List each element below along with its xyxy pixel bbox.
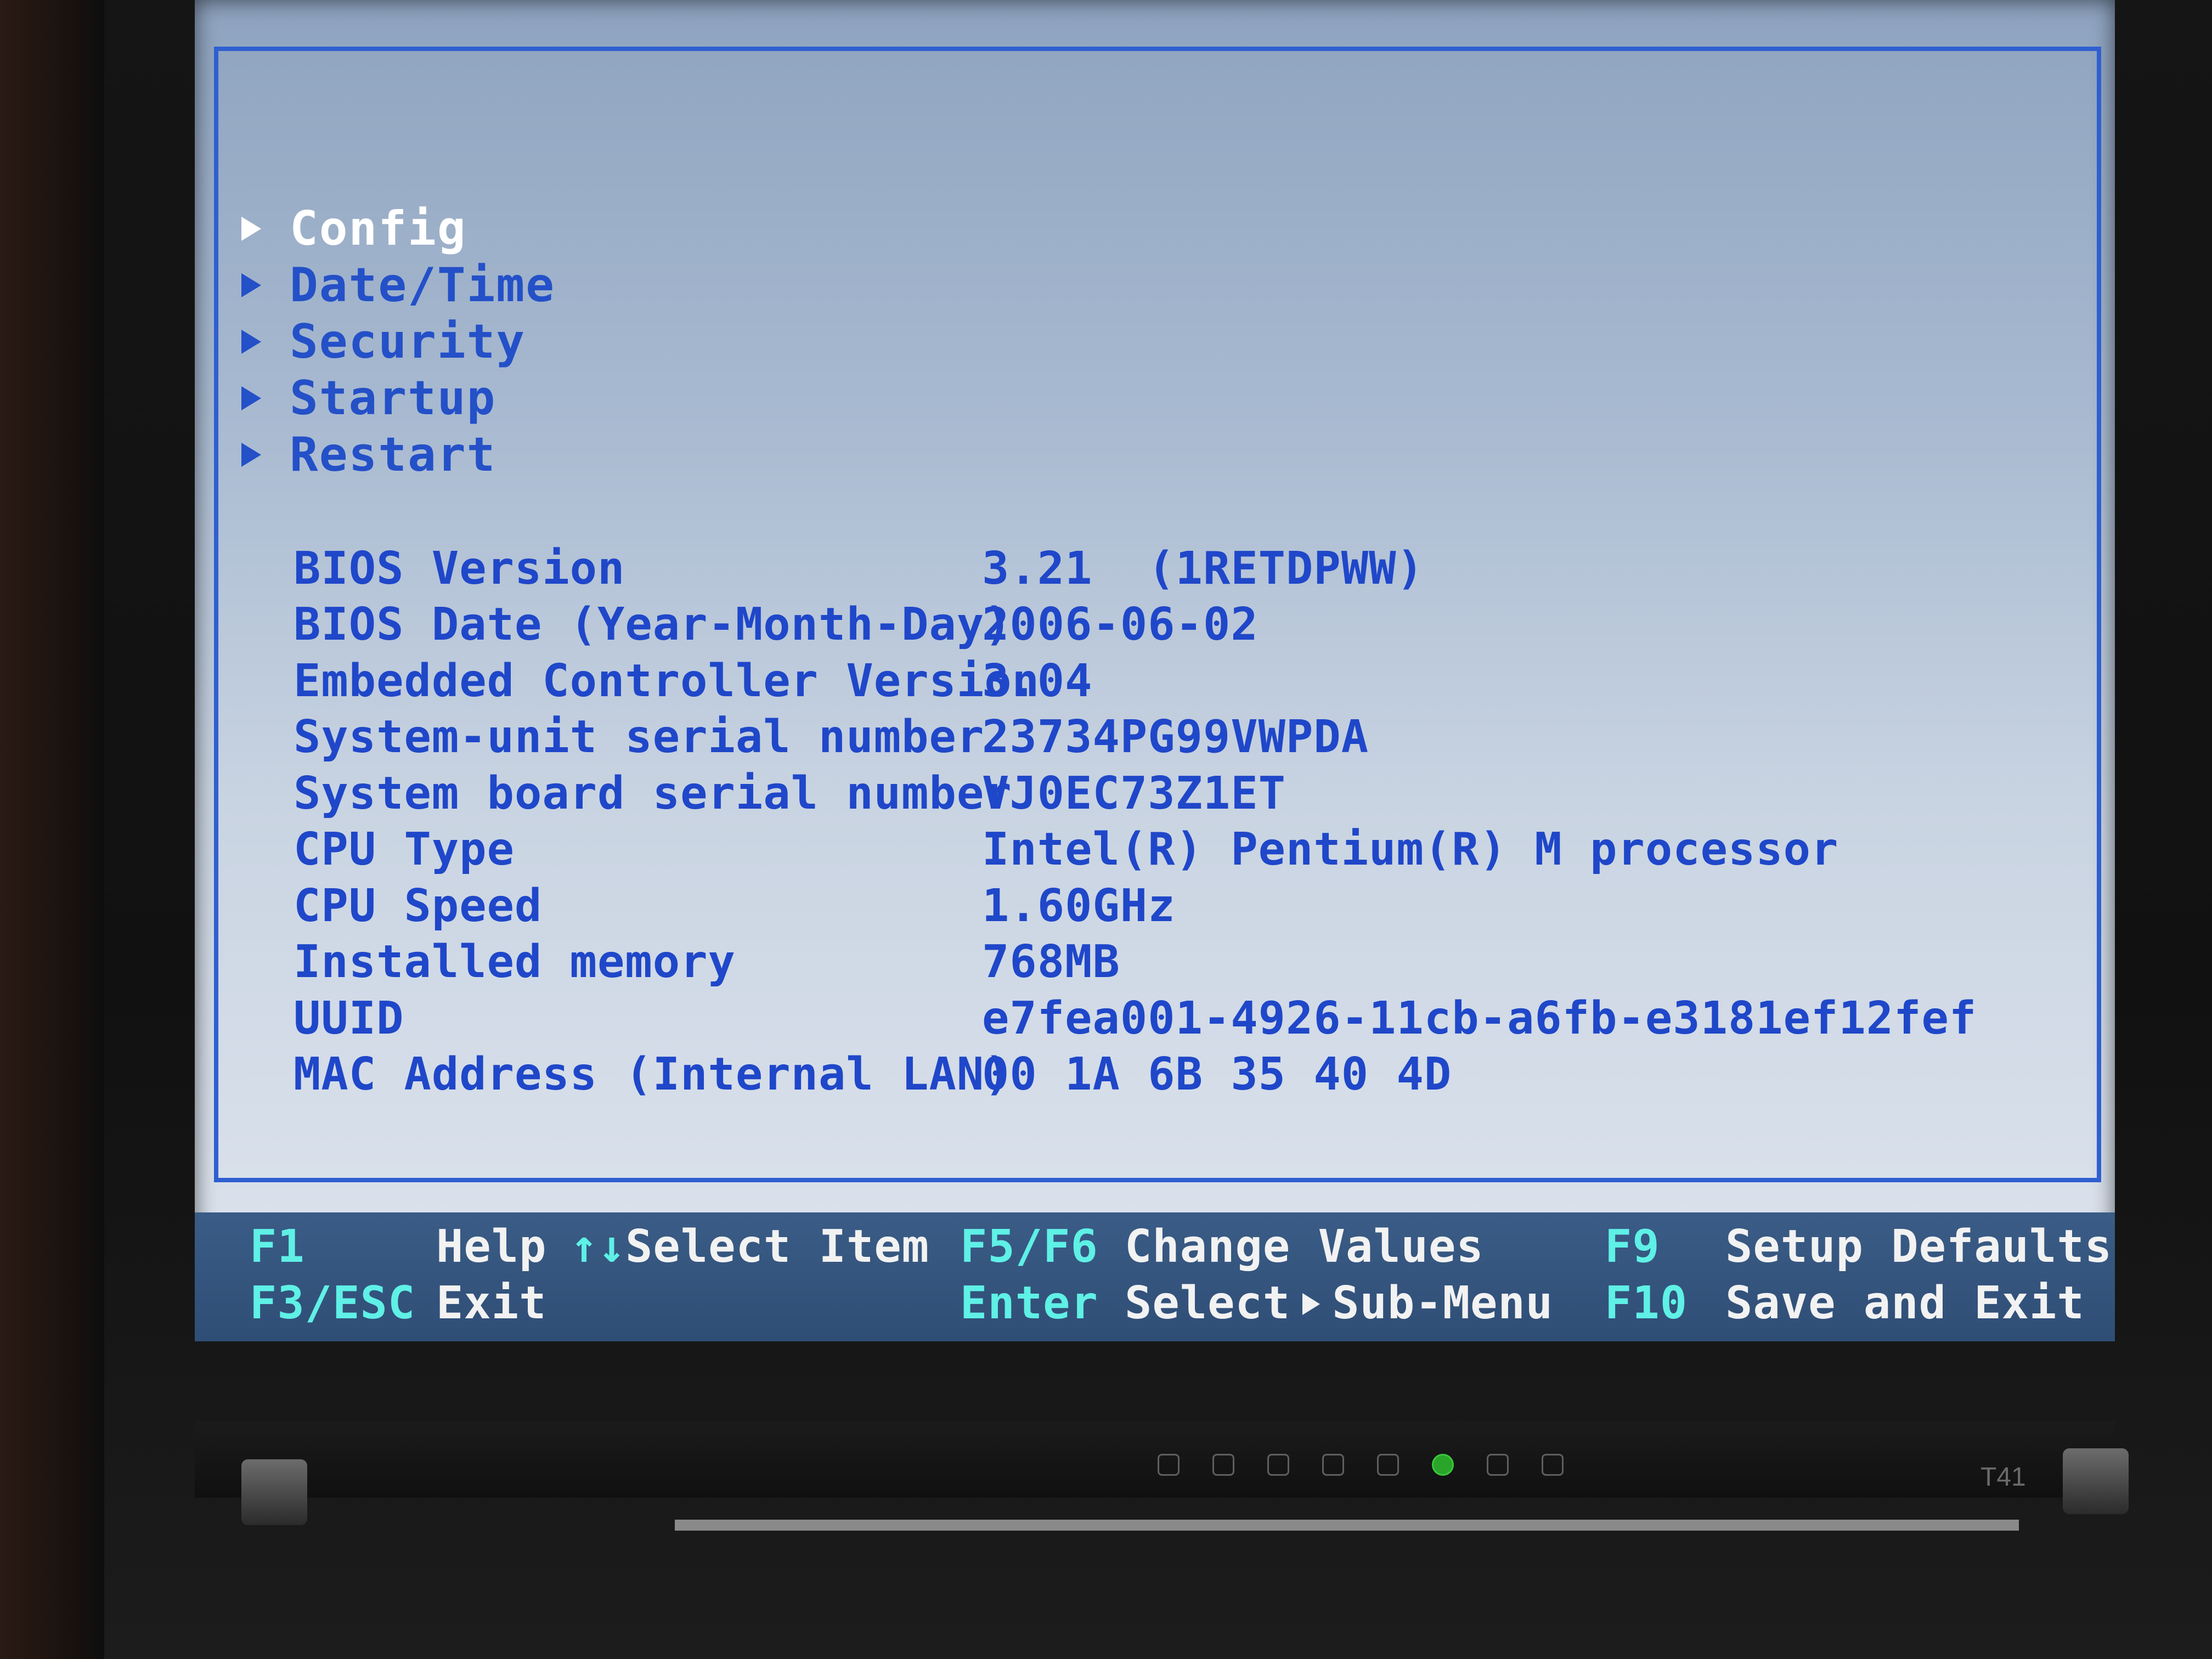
- home-icon: [1267, 1454, 1289, 1476]
- info-value: 768MB: [982, 936, 1120, 989]
- info-label: System board serial number: [294, 767, 1012, 820]
- menu-item-config[interactable]: Config: [241, 200, 555, 257]
- menu-item-security[interactable]: Security: [241, 313, 555, 370]
- laptop-status-strip: [195, 1421, 2115, 1498]
- select-item-label: Select Item: [625, 1221, 930, 1273]
- up-down-arrows-icon[interactable]: ↑↓: [571, 1221, 626, 1273]
- info-label: BIOS Version: [294, 542, 625, 595]
- enter-key[interactable]: Enter: [960, 1277, 1098, 1329]
- menu-item-startup[interactable]: Startup: [241, 370, 555, 426]
- select-label: Select: [1125, 1277, 1291, 1329]
- triangle-right-icon: [241, 273, 261, 297]
- menu-item-label: Date/Time: [290, 257, 555, 313]
- menu-item-restart[interactable]: Restart: [241, 426, 555, 483]
- info-label: CPU Speed: [294, 879, 543, 932]
- menu-item-label: Startup: [290, 370, 496, 426]
- keyboard-edge: [675, 1520, 2019, 1531]
- info-value: VJ0EC73Z1ET: [982, 767, 1286, 820]
- setup-defaults-label: Setup Defaults: [1725, 1221, 2113, 1273]
- change-values-label: Change Values: [1125, 1221, 1484, 1273]
- triangle-right-icon: [241, 329, 261, 354]
- triangle-right-icon: [241, 442, 261, 467]
- home-alt-icon: [1322, 1454, 1344, 1476]
- info-value: 3.04: [982, 654, 1093, 707]
- menu-item-label: Restart: [290, 427, 496, 482]
- select-sub-menu-label: Select Sub-Menu: [1125, 1277, 1553, 1329]
- menu-item-label: Security: [290, 314, 526, 369]
- bios-menu: Config Date/Time Security Startup Restar…: [241, 200, 555, 483]
- info-label: CPU Type: [294, 823, 515, 876]
- info-row-uuid: UUID e7fea001-4926-11cb-a6fb-e3181ef12fe…: [294, 990, 1977, 1047]
- drive-icon: [1377, 1454, 1399, 1476]
- info-row-bios-date: BIOS Date (Year-Month-Day) 2006-06-02: [294, 597, 1977, 653]
- system-info-table: BIOS Version 3.21 (1RETDPWW) BIOS Date (…: [294, 540, 1977, 1103]
- info-row-ec-version: Embedded Controller Version 3.04: [294, 653, 1977, 709]
- info-row-installed-memory: Installed memory 768MB: [294, 934, 1977, 991]
- info-value: 00 1A 6B 35 40 4D: [982, 1048, 1452, 1101]
- f3-esc-key[interactable]: F3/ESC: [250, 1277, 415, 1329]
- info-row-bios-version: BIOS Version 3.21 (1RETDPWW): [294, 540, 1977, 597]
- info-label: System-unit serial number: [294, 711, 985, 764]
- info-value: 23734PG99VWPDA: [982, 711, 1369, 764]
- triangle-right-icon: [1302, 1293, 1321, 1315]
- moon-icon: [1542, 1454, 1564, 1476]
- f1-help-label: Help: [436, 1221, 547, 1273]
- menu-item-date-time[interactable]: Date/Time: [241, 257, 555, 313]
- left-hinge: [241, 1459, 307, 1525]
- info-label: BIOS Date (Year-Month-Day): [294, 599, 1012, 651]
- info-value: Intel(R) Pentium(R) M processor: [982, 823, 1839, 876]
- info-row-system-unit-serial: System-unit serial number 23734PG99VWPDA: [294, 709, 1977, 766]
- f9-key[interactable]: F9: [1605, 1221, 1660, 1273]
- info-value: 2006-06-02: [982, 599, 1259, 651]
- info-label: Installed memory: [294, 936, 736, 989]
- info-label: MAC Address (Internal LAN): [294, 1048, 1012, 1101]
- f1-key[interactable]: F1: [250, 1221, 305, 1273]
- key-help-bar: F1 Help ↑↓ Select Item F5/F6 Change Valu…: [195, 1212, 2115, 1341]
- info-label: Embedded Controller Version: [294, 654, 1040, 707]
- f10-key[interactable]: F10: [1605, 1277, 1688, 1329]
- wireless-icon: [1158, 1454, 1180, 1476]
- info-row-cpu-speed: CPU Speed 1.60GHz: [294, 878, 1977, 934]
- bluetooth-icon: [1212, 1454, 1234, 1476]
- info-value: e7fea001-4926-11cb-a6fb-e3181ef12fef: [982, 992, 1977, 1045]
- info-value: 1.60GHz: [982, 879, 1176, 932]
- status-indicators: [1158, 1454, 1564, 1476]
- info-row-system-board-serial: System board serial number VJ0EC73Z1ET: [294, 765, 1977, 822]
- desk-background: [0, 0, 104, 1659]
- triangle-right-icon: [241, 386, 261, 410]
- menu-item-label: Config: [290, 201, 467, 256]
- model-label: T41: [1980, 1463, 2026, 1492]
- save-and-exit-label: Save and Exit: [1725, 1277, 2085, 1329]
- triangle-right-icon: [241, 216, 261, 241]
- right-hinge: [2063, 1448, 2129, 1514]
- exit-label: Exit: [436, 1277, 547, 1329]
- sub-menu-label: Sub-Menu: [1332, 1277, 1554, 1329]
- info-value: 3.21 (1RETDPWW): [982, 542, 1424, 595]
- info-row-mac-address: MAC Address (Internal LAN) 00 1A 6B 35 4…: [294, 1047, 1977, 1103]
- info-label: UUID: [294, 992, 404, 1045]
- info-row-cpu-type: CPU Type Intel(R) Pentium(R) M processor: [294, 822, 1977, 878]
- battery-icon: [1487, 1454, 1509, 1476]
- power-icon: [1432, 1454, 1454, 1476]
- f5-f6-key[interactable]: F5/F6: [960, 1221, 1098, 1273]
